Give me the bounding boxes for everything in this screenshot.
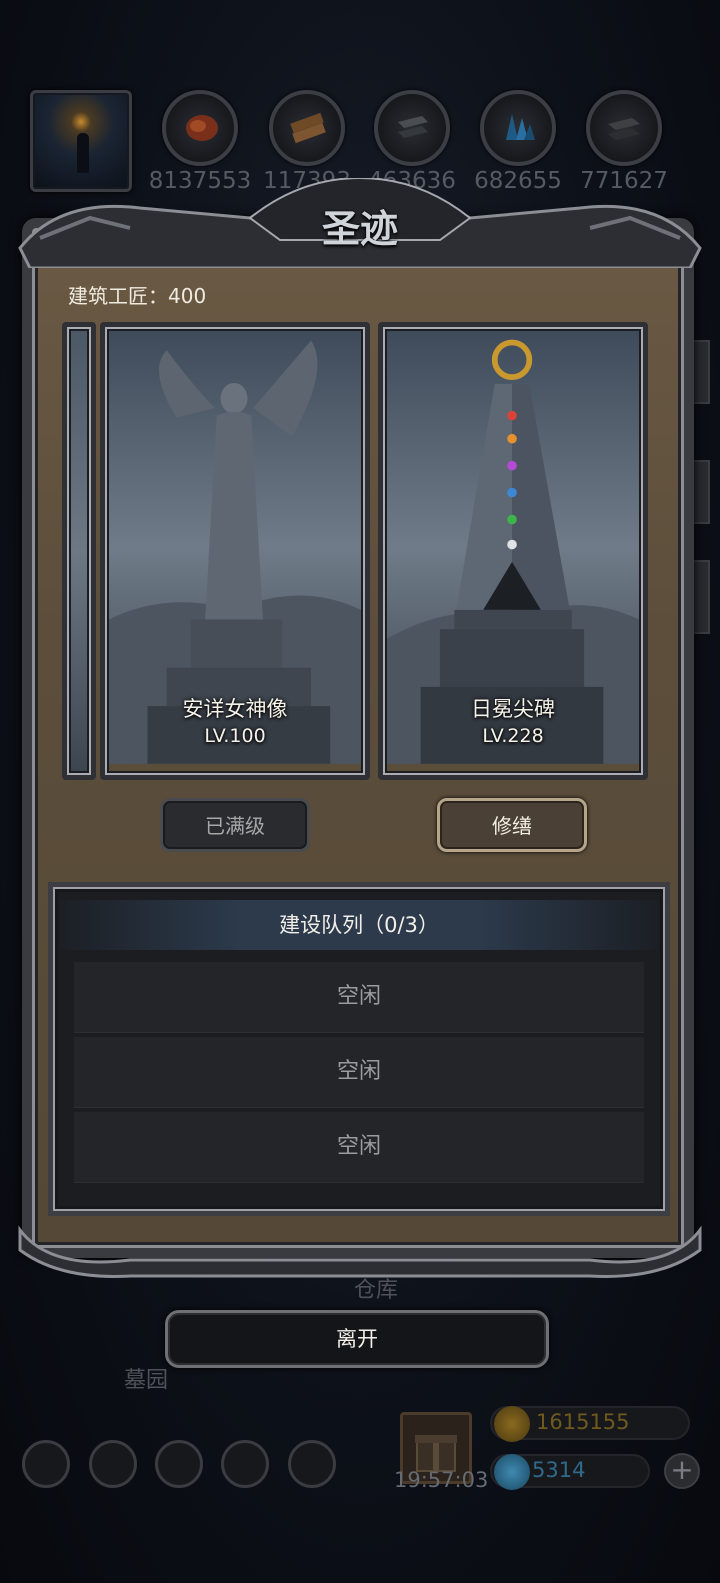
warehouse-label: 仓库 xyxy=(354,1278,399,1303)
leave-button[interactable]: 离开 xyxy=(165,1310,549,1368)
dialog-title: 圣迹 xyxy=(321,206,398,251)
stone-icon xyxy=(586,90,662,166)
iron-glyph xyxy=(398,116,428,138)
diamond-icon xyxy=(494,1454,530,1490)
building-name: 安详女神像 xyxy=(182,697,288,721)
max-level-button[interactable]: 已满级 xyxy=(160,798,310,852)
mail-icon[interactable] xyxy=(221,1440,269,1488)
building-name: 日冕尖碑 xyxy=(471,697,555,721)
star-icon[interactable] xyxy=(89,1440,137,1488)
add-currency-button[interactable]: + xyxy=(664,1453,700,1489)
crystal-icon xyxy=(480,90,556,166)
wood-glyph xyxy=(290,112,326,144)
building-level: LV.100 xyxy=(204,725,266,747)
building-level: LV.228 xyxy=(482,725,544,747)
ornate-frame-bottom xyxy=(18,1225,702,1278)
countdown-timer: 19:57:03 xyxy=(394,1468,489,1492)
queue-slot[interactable]: 空闲 xyxy=(74,962,644,1033)
stone-glyph xyxy=(608,118,640,140)
wood-icon xyxy=(269,90,345,166)
gold-coin-icon xyxy=(494,1406,530,1442)
repair-button[interactable]: 修缮 xyxy=(437,798,587,852)
building-card-obelisk[interactable]: 日冕尖碑 LV.228 xyxy=(378,322,648,780)
diamond-counter[interactable]: 5314 xyxy=(490,1454,650,1490)
settings-icon[interactable] xyxy=(22,1440,70,1488)
cemetery-label: 墓园 xyxy=(124,1368,169,1393)
gold-counter[interactable]: 1615155 xyxy=(490,1406,690,1442)
build-queue-title: 建设队列（0/3） xyxy=(60,900,658,950)
meat-icon xyxy=(162,90,238,166)
diamond-value: 5314 xyxy=(532,1458,586,1482)
queue-slot[interactable]: 空闲 xyxy=(74,1112,644,1183)
building-card-goddess[interactable]: 安详女神像 LV.100 xyxy=(100,322,370,780)
bag-icon[interactable] xyxy=(288,1440,336,1488)
quest-icon[interactable] xyxy=(155,1440,203,1488)
craftsmen-count: 建筑工匠：400 xyxy=(68,284,207,308)
queue-slot[interactable]: 空闲 xyxy=(74,1037,644,1108)
building-card-partial[interactable] xyxy=(62,322,96,780)
gold-value: 1615155 xyxy=(536,1410,630,1434)
crystal-glyph xyxy=(506,114,535,140)
iron-icon xyxy=(374,90,450,166)
avatar-figure xyxy=(77,133,89,173)
meat-glyph xyxy=(186,115,218,141)
player-avatar[interactable] xyxy=(30,90,132,192)
